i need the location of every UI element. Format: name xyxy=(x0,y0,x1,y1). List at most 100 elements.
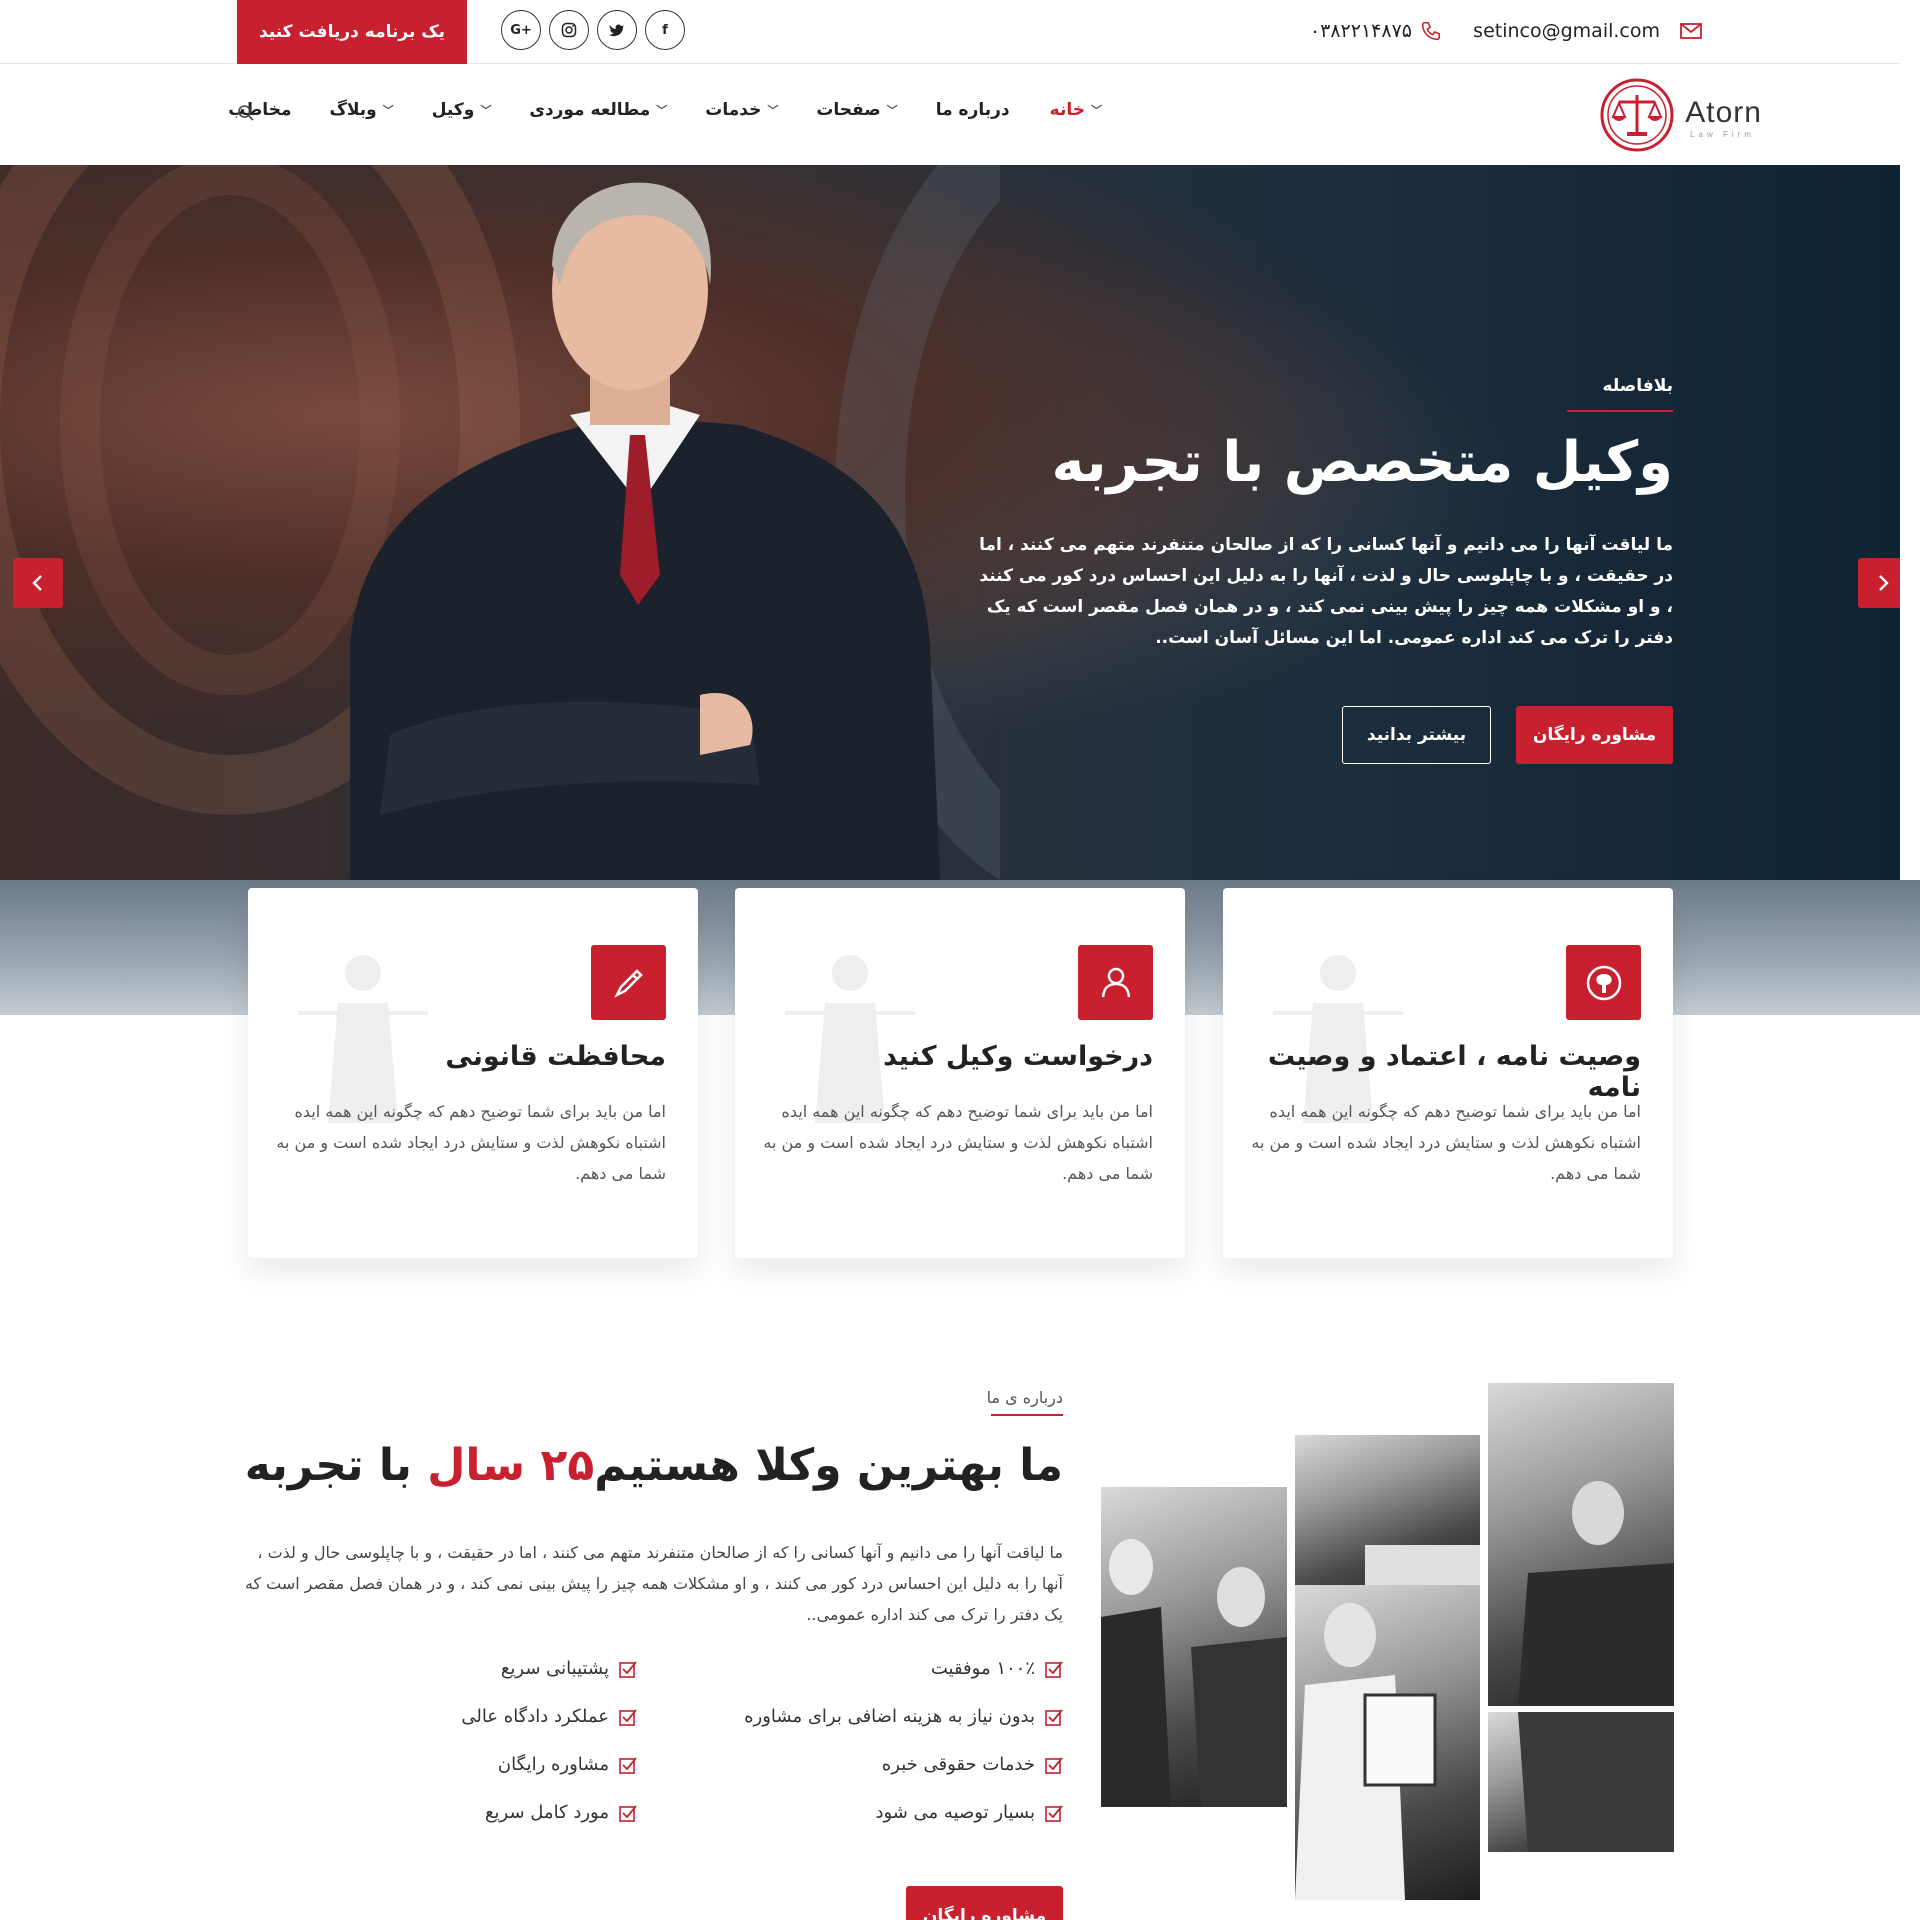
twitter-icon[interactable] xyxy=(597,10,637,50)
service-card[interactable]: وصیت نامه ، اعتماد و وصیت نامه اما من با… xyxy=(1223,888,1673,1258)
check-square-icon xyxy=(1045,1756,1063,1774)
get-appointment-button[interactable]: یک برنامه دریافت کنید xyxy=(237,0,467,64)
nav-item-blog[interactable]: وبلاگ ﹀ xyxy=(329,100,393,120)
about-title-post: با تجربه xyxy=(244,1440,412,1491)
about-consultation-button[interactable]: مشاوره رایگان xyxy=(906,1886,1063,1920)
service-description: اما من باید برای شما توضیح دهم که چگونه … xyxy=(763,1102,1153,1183)
about-title: ما بهترین وکلا هستیم۲۵ سال با تجربه xyxy=(245,1440,1063,1491)
instagram-glyph xyxy=(561,22,577,38)
feature-label: مورد کامل سریع xyxy=(484,1802,609,1823)
feature-label: مشاوره رایگان xyxy=(497,1754,609,1775)
chevron-down-icon: ﹀ xyxy=(382,104,394,117)
phone-icon xyxy=(1421,21,1441,41)
nav-label: وکیل xyxy=(431,100,475,120)
collage-photo-3 xyxy=(1295,1585,1480,1900)
hero-description: ما لیاقت آنها را می دانیم و آنها کسانی ر… xyxy=(979,535,1673,648)
brain-icon xyxy=(1566,945,1641,1020)
nav-label: خدمات xyxy=(705,100,762,120)
features-left-list: پشتیبانی سریع عملکرد دادگاه عالی مشاوره … xyxy=(461,1658,637,1823)
feature-label: بدون نیاز به هزینه اضافی برای مشاوره xyxy=(744,1706,1035,1727)
nav-label: وبلاگ xyxy=(329,100,377,120)
collage-photo-4 xyxy=(1488,1383,1674,1706)
lawyer-portrait-image xyxy=(350,182,940,880)
about-title-pre: ما بهترین وکلا هستیم xyxy=(594,1440,1063,1491)
learn-more-button[interactable]: بیشتر بدانید xyxy=(1342,706,1491,764)
chevron-down-icon: ﹀ xyxy=(480,104,492,117)
twitter-glyph xyxy=(609,24,624,37)
collage-photo-1 xyxy=(1101,1487,1287,1807)
nav-item-home[interactable]: خانه ﹀ xyxy=(1050,100,1102,120)
feature-label: خدمات حقوقی خبره xyxy=(881,1754,1035,1775)
feature-label: عملکرد دادگاه عالی xyxy=(461,1706,609,1727)
about-title-highlight: ۲۵ سال xyxy=(427,1440,595,1491)
nav-label: خانه xyxy=(1049,100,1085,120)
envelope-icon xyxy=(1680,23,1702,39)
features-right-list: ۱۰۰٪ موفقیت بدون نیاز به هزینه اضافی برا… xyxy=(744,1658,1063,1823)
hero-slider xyxy=(0,165,1900,880)
feature-item: عملکرد دادگاه عالی xyxy=(461,1706,637,1727)
feature-label: ۱۰۰٪ موفقیت xyxy=(930,1658,1035,1679)
service-title: وصیت نامه ، اعتماد و وصیت نامه xyxy=(1267,1041,1641,1103)
pen-icon xyxy=(591,945,666,1020)
chevron-down-icon: ﹀ xyxy=(767,104,779,117)
search-icon[interactable] xyxy=(237,104,255,122)
check-square-icon xyxy=(619,1756,637,1774)
hero-kicker-underline xyxy=(1567,410,1673,412)
hero-kicker: بلافاصله xyxy=(1602,376,1673,396)
logo-tagline: Law Firm xyxy=(1690,130,1755,139)
instagram-icon[interactable] xyxy=(549,10,589,50)
feature-item: پشتیبانی سریع xyxy=(501,1658,637,1679)
check-square-icon xyxy=(619,1660,637,1678)
facebook-icon[interactable]: f xyxy=(645,10,685,50)
feature-item: ۱۰۰٪ موفقیت xyxy=(931,1658,1063,1679)
chevron-down-icon: ﹀ xyxy=(886,104,898,117)
collage-photo-2 xyxy=(1295,1435,1480,1585)
feature-item: بسیار توصیه می شود xyxy=(875,1802,1063,1823)
nav-item-about[interactable]: درباره ما xyxy=(936,100,1010,120)
service-title: محافظت قانونی xyxy=(445,1041,666,1072)
lawyer-icon xyxy=(1078,945,1153,1020)
check-square-icon xyxy=(619,1708,637,1726)
chevron-right-icon xyxy=(1879,575,1889,591)
check-square-icon xyxy=(619,1804,637,1822)
free-consultation-button[interactable]: مشاوره رایگان xyxy=(1516,706,1673,764)
check-square-icon xyxy=(1045,1708,1063,1726)
nav-label: صفحات xyxy=(816,100,881,120)
feature-label: بسیار توصیه می شود xyxy=(875,1802,1035,1823)
email-link[interactable]: setinco@gmail.com xyxy=(1473,20,1660,42)
nav-item-case-study[interactable]: مطالعه موردی ﹀ xyxy=(529,100,667,120)
nav-label: درباره ما xyxy=(935,100,1010,120)
about-description: ما لیاقت آنها را می دانیم و آنها کسانی ر… xyxy=(244,1543,1063,1624)
service-card[interactable]: محافظت قانونی اما من باید برای شما توضیح… xyxy=(248,888,698,1258)
hero-title: وکیل متخصص با تجربه xyxy=(1051,430,1673,495)
about-kicker: درباره ی ما xyxy=(986,1388,1063,1407)
nav-item-services[interactable]: خدمات ﹀ xyxy=(705,100,778,120)
about-kicker-underline xyxy=(991,1414,1063,1416)
collage-photo-5 xyxy=(1488,1712,1674,1852)
nav-item-pages[interactable]: صفحات ﹀ xyxy=(816,100,897,120)
feature-item: خدمات حقوقی خبره xyxy=(882,1754,1063,1775)
slider-next-button[interactable] xyxy=(1858,558,1900,608)
service-description: اما من باید برای شما توضیح دهم که چگونه … xyxy=(276,1102,666,1183)
phone-link[interactable]: ۰۳۸۲۲۱۴۸۷۵ xyxy=(1310,20,1412,42)
chevron-down-icon: ﹀ xyxy=(656,104,668,117)
logo-name: Atorn xyxy=(1685,96,1762,129)
feature-item: مشاوره رایگان xyxy=(498,1754,637,1775)
logo-scales-icon[interactable] xyxy=(1599,77,1675,153)
service-description: اما من باید برای شما توضیح دهم که چگونه … xyxy=(1251,1102,1641,1183)
service-card[interactable]: درخواست وکیل کنید اما من باید برای شما ت… xyxy=(735,888,1185,1258)
feature-label: پشتیبانی سریع xyxy=(500,1658,609,1679)
service-title: درخواست وکیل کنید xyxy=(883,1041,1153,1072)
google-plus-glyph: G+ xyxy=(510,22,532,38)
nav-item-lawyer[interactable]: وکیل ﹀ xyxy=(432,100,492,120)
feature-item: بدون نیاز به هزینه اضافی برای مشاوره xyxy=(744,1706,1063,1727)
nav-menu: خانه ﹀ درباره ما صفحات ﹀ خدمات ﹀ مطالعه مور… xyxy=(228,100,1102,120)
chevron-down-icon: ﹀ xyxy=(1091,104,1102,117)
nav-label: مطالعه موردی xyxy=(529,100,651,120)
feature-item: مورد کامل سریع xyxy=(485,1802,637,1823)
google-plus-icon[interactable]: G+ xyxy=(501,10,541,50)
slider-prev-button[interactable] xyxy=(13,558,63,608)
facebook-glyph: f xyxy=(662,22,668,38)
check-square-icon xyxy=(1045,1804,1063,1822)
chevron-left-icon xyxy=(32,575,42,591)
